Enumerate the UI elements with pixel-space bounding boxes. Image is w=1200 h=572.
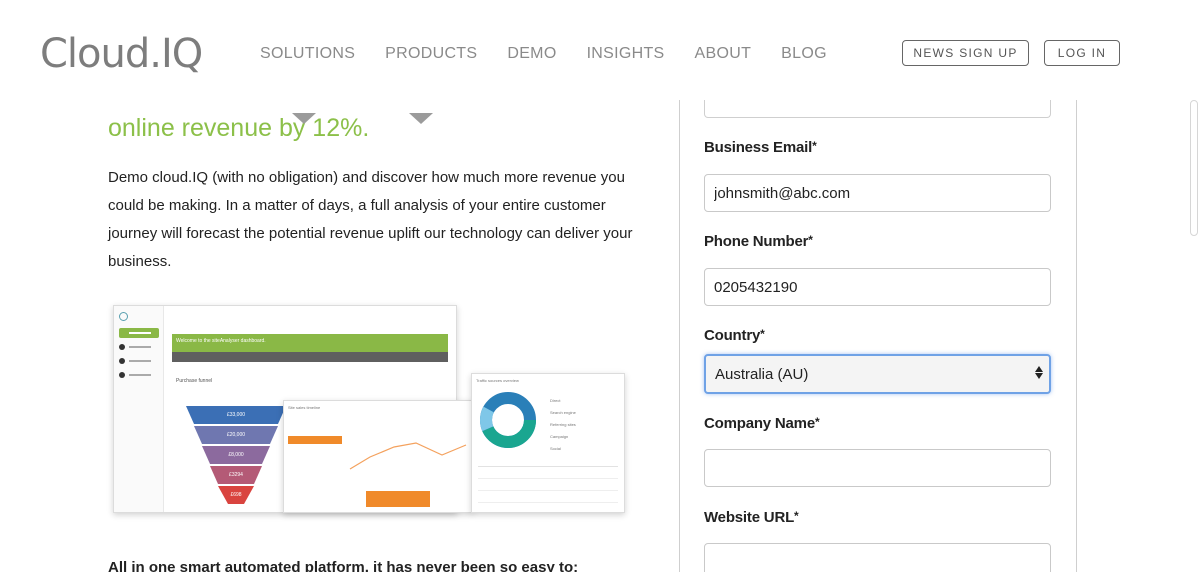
page-scrollbar[interactable] <box>1190 100 1198 236</box>
funnel-value: £20,000 <box>227 432 245 438</box>
timeline-highlight-row <box>288 436 342 444</box>
funnel-value: £33,000 <box>227 412 245 418</box>
nav-demo[interactable]: DEMO <box>507 45 556 63</box>
nav-about[interactable]: ABOUT <box>695 45 752 63</box>
hero-headline: online revenue by 12%. <box>108 114 370 142</box>
funnel-value: £698 <box>230 492 241 498</box>
traffic-legend-item: Direct <box>550 398 561 403</box>
nav-solutions[interactable]: SOLUTIONS <box>260 45 355 63</box>
dashboard-welcome-text: Welcome to the siteAnalyser dashboard. <box>176 338 266 344</box>
timeline-title: Site sales timeline <box>288 405 321 410</box>
funnel-value: £3294 <box>229 472 243 478</box>
sidebar-item <box>119 356 159 366</box>
purchase-funnel-chart: £33,000 £20,000 £8,000 £3294 £698 <box>186 406 286 504</box>
traffic-donut-chart <box>480 392 536 448</box>
features-subhead: All in one smart automated platform, it … <box>108 559 579 572</box>
form-border-right <box>1076 100 1077 572</box>
form-border-left <box>679 100 680 572</box>
traffic-legend-item: Campaign <box>550 434 569 439</box>
funnel-value: £8,000 <box>228 452 244 458</box>
funnel-title: Purchase funnel <box>176 378 213 384</box>
required-mark: * <box>760 327 765 341</box>
timeline-line-chart <box>349 442 467 470</box>
news-signup-button[interactable]: NEWS SIGN UP <box>902 40 1029 66</box>
nav-blog[interactable]: BLOG <box>781 45 827 63</box>
dashboard-date-bar <box>172 352 448 362</box>
hero-intro: Demo cloud.IQ (with no obligation) and d… <box>108 169 633 270</box>
traffic-legend-item: Social <box>550 446 561 451</box>
company-name-field[interactable] <box>704 449 1051 487</box>
country-select[interactable]: Australia (AU) <box>704 354 1051 394</box>
dashboard-sidebar <box>114 306 164 512</box>
required-mark: * <box>794 509 799 523</box>
timeline-bar <box>366 491 430 507</box>
traffic-window: Traffic sources overview Direct Search e… <box>471 373 625 513</box>
traffic-legend-item: Referring sites <box>550 422 576 427</box>
nav-insights[interactable]: INSIGHTS <box>587 45 665 63</box>
timeline-window: Site sales timeline <box>283 400 473 513</box>
dropdown-caret-icon <box>292 113 316 124</box>
required-mark: * <box>812 139 817 153</box>
dropdown-caret-icon <box>409 113 433 124</box>
dashboard-logo-icon <box>119 312 128 321</box>
website-label: Website URL* <box>704 509 799 526</box>
traffic-legend-item: Search engine <box>550 410 576 415</box>
required-mark: * <box>808 233 813 247</box>
cloudiq-logo[interactable]: Cloud.IQ <box>40 31 203 77</box>
required-mark: * <box>814 415 820 429</box>
phone-field[interactable] <box>704 268 1051 306</box>
email-label: Business Email* <box>704 139 817 156</box>
main-nav: SOLUTIONS PRODUCTS DEMO INSIGHTS ABOUT B… <box>260 45 827 63</box>
country-label: Country* <box>704 327 765 344</box>
company-label: Company Name* <box>704 415 820 432</box>
sidebar-item <box>119 342 159 352</box>
phone-label: Phone Number* <box>704 233 813 250</box>
dashboard-screenshot: Welcome to the siteAnalyser dashboard. P… <box>113 305 627 515</box>
nav-products[interactable]: PRODUCTS <box>385 45 477 63</box>
sidebar-item <box>119 370 159 380</box>
login-button[interactable]: LOG IN <box>1044 40 1120 66</box>
traffic-title: Traffic sources overview <box>476 378 519 383</box>
sidebar-item-active <box>119 328 159 338</box>
select-arrows-icon <box>1035 366 1043 379</box>
country-selected-value: Australia (AU) <box>715 365 809 383</box>
timeline-series <box>349 442 467 470</box>
email-field[interactable] <box>704 174 1051 212</box>
site-header: Cloud.IQ SOLUTIONS PRODUCTS DEMO INSIGHT… <box>0 0 1200 100</box>
website-url-field[interactable] <box>704 543 1051 572</box>
